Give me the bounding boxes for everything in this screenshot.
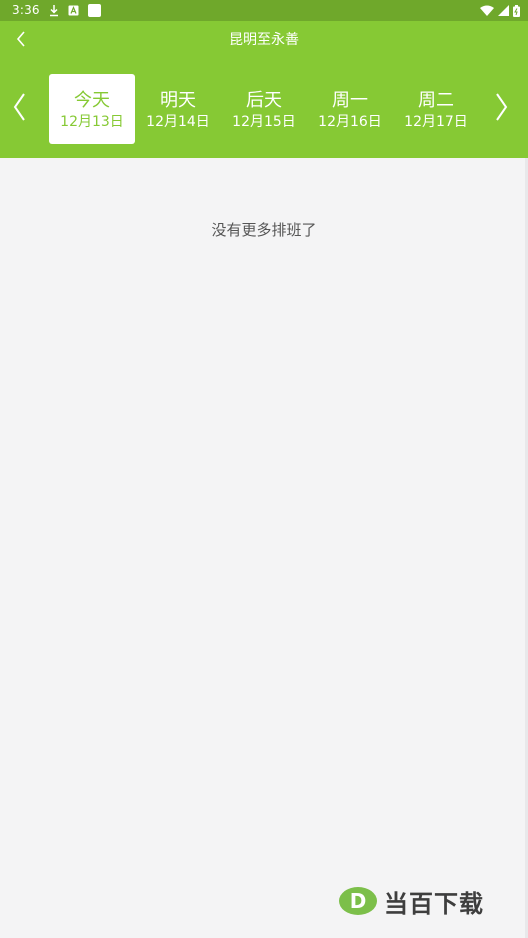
watermark-text: 当百下载 xyxy=(384,889,484,918)
date-tabs: 今天 12月13日 明天 12月14日 后天 12月15日 周一 12月16日 … xyxy=(49,74,479,144)
empty-message: 没有更多排班了 xyxy=(211,221,317,239)
tab-day-label: 明天 xyxy=(160,89,196,111)
watermark-logo-icon: D xyxy=(338,886,378,916)
tab-date-label: 12月17日 xyxy=(404,113,468,130)
signal-icon xyxy=(498,5,509,16)
status-right xyxy=(480,4,520,17)
a-badge-icon xyxy=(68,5,79,16)
tab-date-label: 12月13日 xyxy=(60,113,124,130)
next-date-button[interactable] xyxy=(490,91,514,127)
page-title: 昆明至永善 xyxy=(229,32,299,48)
square-icon xyxy=(87,4,101,17)
watermark: D 当百下载 xyxy=(338,884,484,918)
status-bar: 3:36 xyxy=(0,0,528,21)
tab-day-label: 周一 xyxy=(332,89,368,111)
tab-day-label: 后天 xyxy=(246,89,282,111)
tab-date-label: 12月16日 xyxy=(318,113,382,130)
date-tab-tomorrow[interactable]: 明天 12月14日 xyxy=(135,74,221,144)
chevron-left-icon xyxy=(11,91,27,127)
tab-day-label: 今天 xyxy=(74,89,110,111)
battery-icon xyxy=(513,4,520,17)
tab-day-label: 周二 xyxy=(418,89,454,111)
header: 昆明至永善 今天 12月13日 明天 12月14日 后天 12月15日 周一 1… xyxy=(0,21,528,158)
tab-date-label: 12月14日 xyxy=(146,113,210,130)
tab-date-label: 12月15日 xyxy=(232,113,296,130)
watermark-letter: D xyxy=(350,889,367,913)
date-tab-tuesday[interactable]: 周二 12月17日 xyxy=(393,74,479,144)
prev-date-button[interactable] xyxy=(7,91,31,127)
date-tab-today[interactable]: 今天 12月13日 xyxy=(49,74,135,144)
date-tab-monday[interactable]: 周一 12月16日 xyxy=(307,74,393,144)
wifi-icon xyxy=(480,5,494,16)
status-time: 3:36 xyxy=(12,3,40,17)
status-left: 3:36 xyxy=(12,0,101,21)
chevron-right-icon xyxy=(494,91,510,127)
date-tab-day-after[interactable]: 后天 12月15日 xyxy=(221,74,307,144)
download-icon xyxy=(49,4,59,17)
